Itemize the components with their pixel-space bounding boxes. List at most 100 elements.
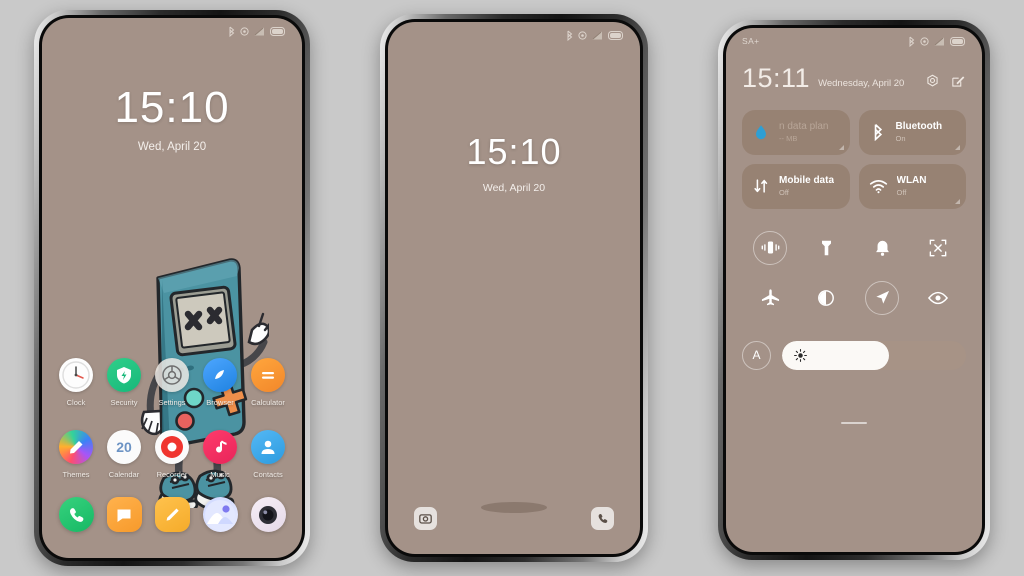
bluetooth-icon [909,36,915,47]
tile-expand-corner[interactable] [838,144,844,150]
calendar-icon: 20 [107,430,141,464]
toggle-ringer[interactable] [854,231,910,265]
toggle-eye-care[interactable] [910,281,966,315]
control-center-drag-handle[interactable] [841,421,867,424]
phone2-screen: 15:10 Wed, April 20 [388,22,640,554]
app-calculator[interactable]: Calculator [244,358,292,407]
security-shield-icon [107,358,141,392]
app-security[interactable]: Security [100,358,148,407]
sun-brightness-icon [794,348,807,362]
contacts-person-icon [251,430,285,464]
tile-text: n data plan -- MB [779,121,829,143]
brightness-slider[interactable] [782,340,966,370]
phone3-status-bar: SA+ [726,28,982,54]
phone1-status-bar [42,18,302,44]
brightness-row: A [742,340,966,370]
notes-pencil-icon[interactable] [154,497,190,532]
bell-icon [865,231,899,265]
tile-subtitle: Off [896,188,907,198]
alarm-icon [920,36,929,46]
phone-handset-icon[interactable] [58,497,94,532]
signal-icon [592,31,602,39]
alarm-icon [578,30,587,40]
tile-wlan[interactable]: WLAN Off [858,163,966,209]
alarm-icon [240,26,249,36]
tile-data-plan[interactable]: n data plan -- MB [742,109,850,155]
app-music[interactable]: Music [196,430,244,479]
wallpaper-showcase: 15:10 Wed, April 20 Clock Security Setti… [0,0,1024,576]
phone2-clock-widget: 15:10 Wed, April 20 [388,134,640,195]
app-label: Security [110,398,138,407]
phone2-bezel: 15:10 Wed, April 20 [385,19,643,557]
phone3-screen: SA+ 15:11 Wednesday, April 20 n data pla… [726,28,982,552]
tile-subtitle: Off [779,188,789,198]
battery-icon [608,30,623,40]
tile-expand-corner[interactable] [955,144,960,150]
app-label: Calculator [251,398,285,407]
tile-text: Mobile data Off [779,175,834,197]
mobile-data-arrows-icon [754,179,768,193]
app-themes[interactable]: Themes [52,430,100,479]
bluetooth-icon [874,124,882,142]
tile-text: WLAN Off [897,175,927,197]
control-center-header: 15:11 Wednesday, April 20 [742,63,966,93]
toggle-airplane-mode[interactable] [742,281,798,315]
vibrate-icon [753,230,787,265]
tile-subtitle: -- MB [779,134,798,144]
app-label: Recorder [156,470,188,479]
tile-title: n data plan [779,121,829,133]
control-center-panel: 15:11 Wednesday, April 20 n data plan --… [726,28,982,552]
phone3-bezel: SA+ 15:11 Wednesday, April 20 n data pla… [723,25,985,555]
flashlight-icon [809,231,843,265]
bluetooth-icon [229,26,235,37]
phone2-status-icons [566,30,624,41]
character-floor-shadow [481,502,547,513]
tile-bluetooth[interactable]: Bluetooth On [858,109,966,155]
wifi-icon [869,179,887,193]
phone3-carrier: SA+ [742,36,760,46]
app-browser[interactable]: Browser [196,358,244,407]
phone-home-screen: 15:10 Wed, April 20 Clock Security Setti… [34,10,310,566]
signal-icon [934,37,944,45]
gear-icon[interactable] [925,74,940,89]
location-icon [865,280,899,315]
signal-icon [254,27,264,35]
phone2-date: Wed, April 20 [482,182,546,194]
message-bubble-icon[interactable] [106,497,142,532]
app-label: Music [210,470,230,479]
screenshot-icon [921,231,955,265]
tile-mobile-data[interactable]: Mobile data Off [742,163,850,209]
clock-icon [59,358,93,392]
app-recorder[interactable]: Recorder [148,430,196,479]
toggle-dark-mode[interactable] [798,281,854,315]
cc-date: Wednesday, April 20 [818,77,905,89]
camera-lens-icon[interactable] [250,497,286,532]
tile-title: Bluetooth [895,121,943,133]
eye-care-icon [921,281,955,315]
dark-mode-icon [809,281,843,315]
app-calendar[interactable]: 20 Calendar [100,430,148,479]
phone3-status-icons [908,36,966,47]
cc-time: 15:11 [742,63,811,93]
app-settings[interactable]: Settings [148,358,196,407]
phone-control-center: SA+ 15:11 Wednesday, April 20 n data pla… [718,20,990,560]
brightness-slider-fill [782,340,889,370]
lockscreen-phone-shortcut[interactable] [591,507,614,530]
toggle-flashlight[interactable] [798,231,854,265]
lockscreen-camera-shortcut[interactable] [414,507,437,530]
app-label: Browser [206,398,234,407]
phone1-bezel: 15:10 Wed, April 20 Clock Security Setti… [39,15,305,561]
toggle-vibrate[interactable] [742,230,798,265]
toggle-screenshot[interactable] [910,231,966,265]
app-contacts[interactable]: Contacts [244,430,292,479]
browser-compass-icon [203,358,237,392]
phone1-status-icons [228,26,286,37]
app-clock[interactable]: Clock [52,358,100,407]
edit-pencil-icon[interactable] [951,74,966,89]
auto-brightness-button[interactable]: A [742,340,771,370]
tile-expand-corner[interactable] [955,198,960,204]
recorder-icon [155,430,189,464]
toggle-location[interactable] [854,280,910,315]
gallery-mountain-icon[interactable] [202,497,238,532]
home-dock [52,497,292,532]
